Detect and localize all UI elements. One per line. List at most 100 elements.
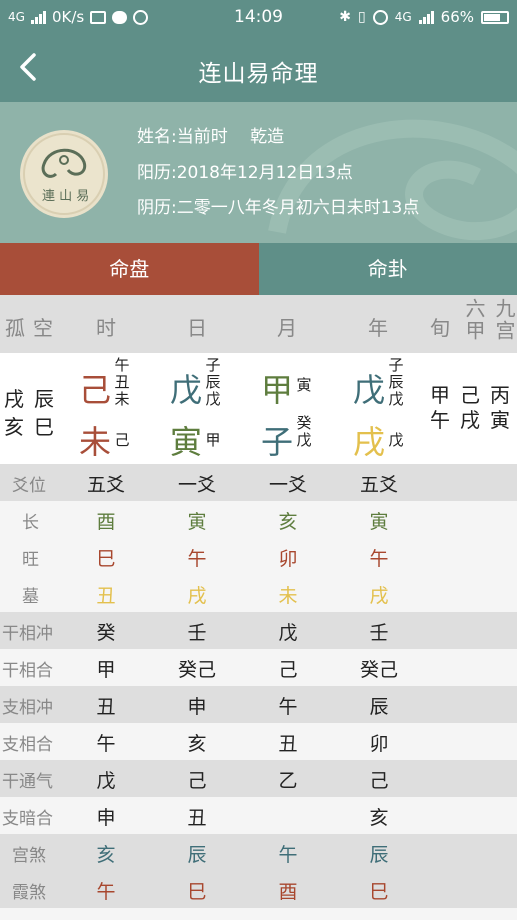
cell-yue: 乙 [278, 770, 298, 792]
ri-hidden-3: 戊 [205, 390, 221, 408]
ri-hidden-bottom: 甲 [205, 431, 221, 449]
row-label: 长 [22, 513, 39, 533]
chart-column-headers: 孤 空 时 日 月 年 旬 六甲 九宫 [0, 295, 517, 353]
yue-branch: 子 [261, 423, 294, 461]
table-row-gan-xianghe: 干相合 甲 癸己 己 癸己 [0, 649, 517, 686]
xun-2: 午 [430, 408, 450, 432]
jiugong-2: 寅 [490, 408, 510, 432]
app-header: 连山易命理 [0, 34, 517, 102]
row-label: 爻位 [12, 476, 46, 496]
cell-nian: 寅 [369, 511, 389, 533]
cell-nian: 亥 [369, 807, 389, 829]
header-kong: 空 [33, 316, 53, 340]
nian-hidden-1: 子 [388, 356, 404, 374]
cell-yue: 未 [278, 585, 298, 607]
cell-ri: 己 [187, 770, 207, 792]
cell-shi: 午 [96, 733, 116, 755]
header-yue: 月 [277, 316, 297, 340]
table-row-gan-tongqi: 干通气 戊 己 乙 己 [0, 760, 517, 797]
nian-hidden-2: 辰 [388, 373, 404, 391]
cell-yue: 亥 [278, 511, 298, 533]
cell-yue: 午 [278, 696, 298, 718]
yue-hidden-1: 寅 [296, 376, 312, 394]
cell-shi: 申 [96, 807, 116, 829]
bluetooth-icon: ✱ [339, 9, 351, 25]
table-row-gan-xiangchong: 干相冲 癸 壬 戊 壬 [0, 612, 517, 649]
page-title: 连山易命理 [198, 61, 319, 87]
header-ri: 日 [187, 316, 207, 340]
gukong-bottom-1: 亥 [4, 415, 24, 439]
shi-hidden-3: 未 [114, 390, 130, 408]
cell-yue: 卯 [278, 548, 298, 570]
cell-shi: 甲 [96, 659, 116, 681]
cell-shi: 午 [96, 881, 116, 903]
table-row-mu: 墓 丑 戌 未 戌 [0, 575, 517, 612]
cell-nian: 壬 [369, 622, 389, 644]
cell-ri: 辰 [187, 844, 207, 866]
tab-minggua[interactable]: 命卦 [258, 243, 517, 295]
cell-shi: 亥 [96, 844, 116, 866]
cell-ri: 巳 [187, 881, 207, 903]
cell-yue: 午 [278, 844, 298, 866]
cell-yue: 己 [278, 659, 298, 681]
xun-1: 甲 [430, 383, 450, 407]
four-pillars: 戌 辰 亥 巳 己 午 丑 未 未 己 戊 子 辰 戊 寅 甲 甲 寅 子 癸 … [0, 353, 517, 464]
svg-text:連 山 易: 連 山 易 [42, 189, 89, 204]
cell-yue: 戊 [278, 622, 298, 644]
header-liujia: 六甲 [462, 298, 486, 342]
vibrate-icon: ▯ [358, 9, 366, 25]
table-row-zhi-xiangchong: 支相冲 丑 申 午 辰 [0, 686, 517, 723]
shi-hidden-1: 午 [114, 356, 130, 374]
row-label: 墓 [22, 587, 39, 607]
cell-nian: 戌 [369, 585, 389, 607]
nian-hidden-bottom: 戊 [388, 431, 404, 449]
cell-shi: 癸 [96, 622, 116, 644]
network-type-2: 4G [394, 10, 412, 24]
ri-stem: 戊 [170, 371, 203, 409]
table-row-zhi-xianghe: 支相合 午 亥 丑 卯 [0, 723, 517, 760]
row-label: 支暗合 [2, 809, 53, 829]
cell-nian: 午 [369, 548, 389, 570]
yue-hidden-bottom-2: 戊 [296, 431, 312, 449]
cell-ri: 丑 [187, 807, 207, 829]
table-row-wang: 旺 巳 午 卯 午 [0, 538, 517, 575]
cell-shi: 巳 [96, 548, 116, 570]
cell-shi: 戊 [96, 770, 116, 792]
battery-level: 66% [440, 8, 474, 26]
cell-ri: 癸己 [177, 659, 216, 681]
tab-mingpan[interactable]: 命盘 [0, 243, 259, 295]
cell-ri: 亥 [187, 733, 207, 755]
cell-nian: 己 [369, 770, 389, 792]
shi-hidden-2: 丑 [114, 373, 130, 391]
row-label: 旺 [22, 550, 39, 570]
header-nian: 年 [368, 316, 388, 340]
cell-ri: 一爻 [177, 474, 216, 496]
signal-icon-2 [418, 10, 434, 24]
tab-bar: 命盘 命卦 [0, 243, 517, 295]
jiugong-1: 丙 [490, 383, 510, 407]
cell-ri: 申 [187, 696, 207, 718]
cell-yue: 酉 [278, 881, 298, 903]
table-row-gongsha: 宫煞 亥 辰 午 辰 [0, 834, 517, 871]
cell-shi: 酉 [96, 511, 116, 533]
table-row-chang: 长 酉 寅 亥 寅 [0, 501, 517, 538]
cell-ri: 戌 [187, 585, 207, 607]
cell-ri: 寅 [187, 511, 207, 533]
header-shi: 时 [96, 316, 116, 340]
yue-hidden-bottom-1: 癸 [296, 414, 312, 432]
liujia-2: 戌 [460, 408, 480, 432]
cell-shi: 五爻 [86, 474, 125, 496]
cell-yue: 丑 [278, 733, 298, 755]
cell-shi: 丑 [96, 696, 116, 718]
ri-branch: 寅 [170, 423, 203, 461]
gukong-top-2: 辰 [34, 387, 54, 411]
header-xun: 旬 [430, 316, 450, 340]
table-row-xiasha: 霞煞 午 巳 酉 巳 [0, 871, 517, 908]
cell-shi: 丑 [96, 585, 116, 607]
table-row-yaowei: 爻位 五爻 一爻 一爻 五爻 [0, 464, 517, 501]
alarm-icon [372, 9, 388, 25]
header-jiugong: 九宫 [492, 298, 516, 342]
row-label: 霞煞 [12, 883, 46, 903]
table-row-zhi-anhe: 支暗合 申 丑 亥 [0, 797, 517, 834]
cell-nian: 巳 [369, 881, 389, 903]
